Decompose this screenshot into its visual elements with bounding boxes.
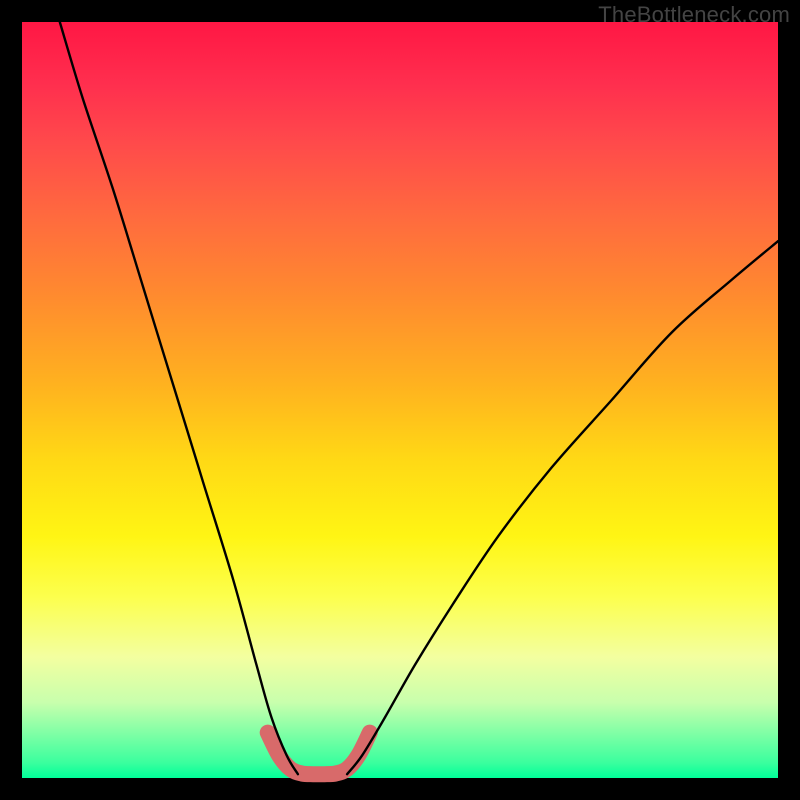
plot-area [22,22,778,778]
watermark-label: TheBottleneck.com [598,2,790,28]
left-curve-path [60,22,298,774]
curves-svg [22,22,778,778]
right-curve-path [347,241,778,774]
chart-frame: TheBottleneck.com [0,0,800,800]
valley-highlight-path [268,733,370,775]
